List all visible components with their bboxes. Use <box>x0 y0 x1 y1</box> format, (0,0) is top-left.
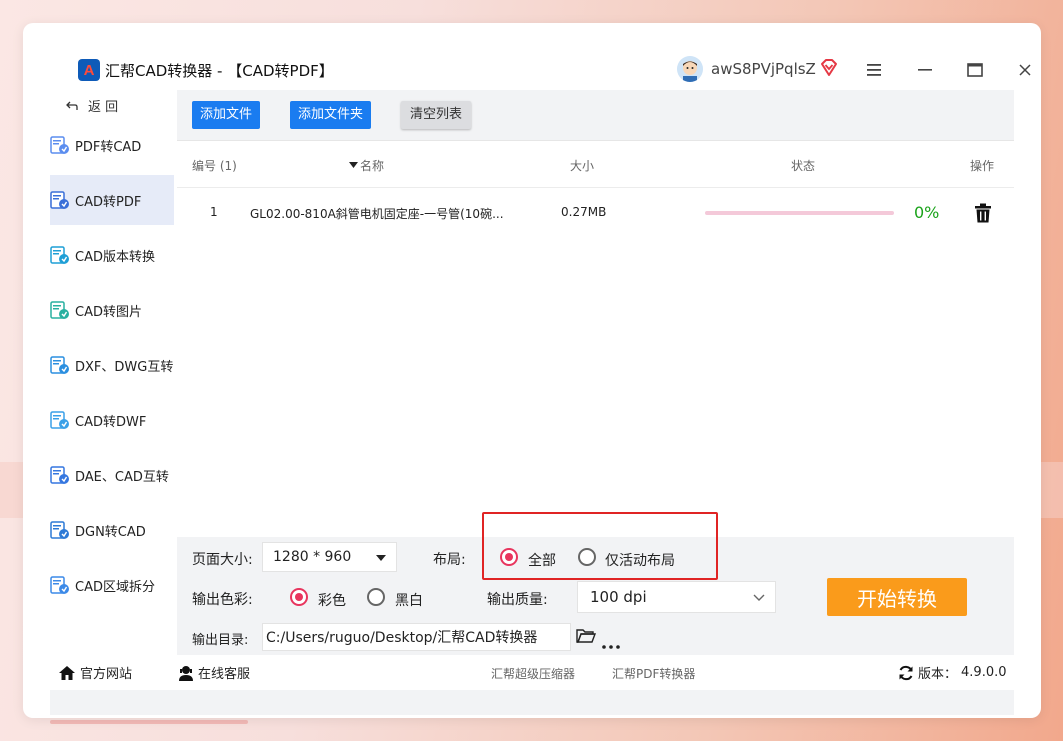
page-size-select[interactable]: 1280 * 960 <box>262 542 397 572</box>
layout-active-radio[interactable] <box>578 548 596 566</box>
row-percent: 0% <box>914 203 940 222</box>
sidebar-item-dxf-dwg[interactable]: DXF、DWG互转 <box>50 340 174 390</box>
username[interactable]: awS8PVjPqlsZ <box>711 60 816 78</box>
home-icon <box>59 665 75 680</box>
support-person-icon <box>179 665 193 681</box>
compressor-link[interactable]: 汇帮超级压缩器 <box>491 665 575 682</box>
vip-diamond-icon[interactable] <box>819 58 839 78</box>
header-status: 状态 <box>791 159 816 173</box>
start-convert-button[interactable]: 开始转换 <box>827 578 967 616</box>
user-avatar[interactable] <box>677 56 703 82</box>
refresh-icon <box>899 665 913 680</box>
sidebar-item-dgn-to-cad[interactable]: DGN转CAD <box>50 505 174 555</box>
window-title: 汇帮CAD转换器 - 【CAD转PDF】 <box>105 62 334 80</box>
add-folder-button[interactable]: 添加文件夹 <box>290 101 372 129</box>
chevron-down-icon <box>753 594 765 601</box>
layout-all-label[interactable]: 全部 <box>528 550 556 570</box>
menu-icon[interactable] <box>861 57 887 83</box>
version-info[interactable]: 版本： 4.9.0.0 <box>898 663 1007 682</box>
toolbar: 添加文件 添加文件夹 清空列表 <box>177 90 1014 140</box>
add-file-button[interactable]: 添加文件 <box>192 101 261 129</box>
delete-trash-icon[interactable] <box>974 203 992 223</box>
sidebar-item-pdf-to-cad[interactable]: PDF转CAD <box>50 120 174 170</box>
sidebar-item-cad-to-pdf[interactable]: CAD转PDF <box>50 175 174 225</box>
row-index: 1 <box>210 205 218 219</box>
cad-to-pdf-icon <box>50 190 70 210</box>
sidebar-item-label: CAD区域拆分 <box>75 579 155 595</box>
folder-open-icon[interactable] <box>576 628 597 646</box>
cad-split-icon <box>50 575 70 595</box>
header-index[interactable]: 编号 (1) <box>192 157 237 174</box>
quality-value: 100 dpi <box>590 588 647 606</box>
cad-to-image-icon <box>50 300 70 320</box>
dgn-to-cad-icon <box>50 520 70 540</box>
row-file-name: GL02.00-810A斜管电机固定座-一号管(10碗... <box>250 207 504 221</box>
highlight-box <box>482 512 718 580</box>
output-dir-field[interactable]: C:/Users/ruguo/Desktop/汇帮CAD转换器 <box>262 623 571 651</box>
back-arrow-icon <box>66 101 78 110</box>
output-dir-value: C:/Users/ruguo/Desktop/汇帮CAD转换器 <box>266 630 538 646</box>
support-link[interactable]: 在线客服 <box>178 663 250 682</box>
close-icon[interactable] <box>1012 57 1038 83</box>
row-file-size: 0.27MB <box>561 205 607 219</box>
footer: 官方网站 在线客服 汇帮超级压缩器 汇帮PDF转换器 版本： 4.9.0.0 <box>50 655 1014 690</box>
more-options-icon[interactable] <box>602 634 620 653</box>
color-bw-label[interactable]: 黑白 <box>395 590 423 610</box>
sidebar-item-cad-version[interactable]: CAD版本转换 <box>50 230 174 280</box>
quality-label: 输出质量: <box>487 592 548 608</box>
sidebar: 返 回 PDF转CAD CAD转PDF CAD版本转换 CAD转图片 DXF、DWG互转… <box>50 90 177 655</box>
dxf-dwg-icon <box>50 355 70 375</box>
sidebar-item-label: CAD转PDF <box>75 194 142 210</box>
dropdown-arrow-icon <box>376 555 386 561</box>
maximize-icon[interactable] <box>962 57 988 83</box>
sidebar-item-label: CAD转图片 <box>75 304 142 320</box>
sidebar-item-label: DGN转CAD <box>75 524 146 540</box>
page-size-label: 页面大小: <box>192 552 253 568</box>
file-table: 编号 (1) 名称 大小 状态 操作 1 GL02.00-810A斜管电机固定座… <box>177 140 1014 537</box>
header-divider <box>177 187 1014 188</box>
layout-active-label[interactable]: 仅活动布局 <box>605 550 675 570</box>
layout-all-radio[interactable] <box>500 548 518 566</box>
sidebar-item-cad-to-dwf[interactable]: CAD转DWF <box>50 395 174 445</box>
app-logo-icon: A <box>78 59 100 81</box>
color-label: 输出色彩: <box>192 592 253 608</box>
sidebar-item-cad-to-image[interactable]: CAD转图片 <box>50 285 174 335</box>
minimize-icon[interactable] <box>912 57 938 83</box>
header-action: 操作 <box>970 159 995 173</box>
layout-label: 布局: <box>433 552 466 568</box>
sidebar-item-label: PDF转CAD <box>75 139 142 155</box>
header-size[interactable]: 大小 <box>570 157 594 174</box>
settings-panel: 页面大小: 1280 * 960 布局: 全部 仅活动布局 输出色彩: 彩色 黑… <box>177 512 1014 655</box>
cad-version-icon <box>50 245 70 265</box>
color-color-radio[interactable] <box>290 588 308 606</box>
sort-desc-icon <box>349 162 358 168</box>
sidebar-item-label: DXF、DWG互转 <box>75 359 174 375</box>
back-label: 返 回 <box>88 100 119 115</box>
sidebar-item-cad-split[interactable]: CAD区域拆分 <box>50 560 174 610</box>
cad-to-dwf-icon <box>50 410 70 430</box>
sidebar-item-dae-cad[interactable]: DAE、CAD互转 <box>50 450 174 500</box>
sidebar-item-label: DAE、CAD互转 <box>75 469 169 485</box>
color-bw-radio[interactable] <box>367 588 385 606</box>
clear-list-button[interactable]: 清空列表 <box>401 101 472 129</box>
sidebar-item-label: CAD版本转换 <box>75 249 155 265</box>
website-link[interactable]: 官方网站 <box>58 663 132 682</box>
dae-cad-icon <box>50 465 70 485</box>
pdf-to-cad-icon <box>50 135 70 155</box>
color-color-label[interactable]: 彩色 <box>318 590 346 610</box>
pdf-converter-link[interactable]: 汇帮PDF转换器 <box>612 665 695 682</box>
sidebar-item-label: CAD转DWF <box>75 414 147 430</box>
row-progress-bar <box>705 211 894 215</box>
output-dir-label: 输出目录: <box>192 633 249 648</box>
background-accent-line <box>50 720 248 724</box>
header-name[interactable]: 名称 <box>349 157 384 174</box>
page-size-value: 1280 * 960 <box>273 549 352 565</box>
back-button[interactable]: 返 回 <box>66 96 118 115</box>
quality-select[interactable]: 100 dpi <box>577 581 776 613</box>
